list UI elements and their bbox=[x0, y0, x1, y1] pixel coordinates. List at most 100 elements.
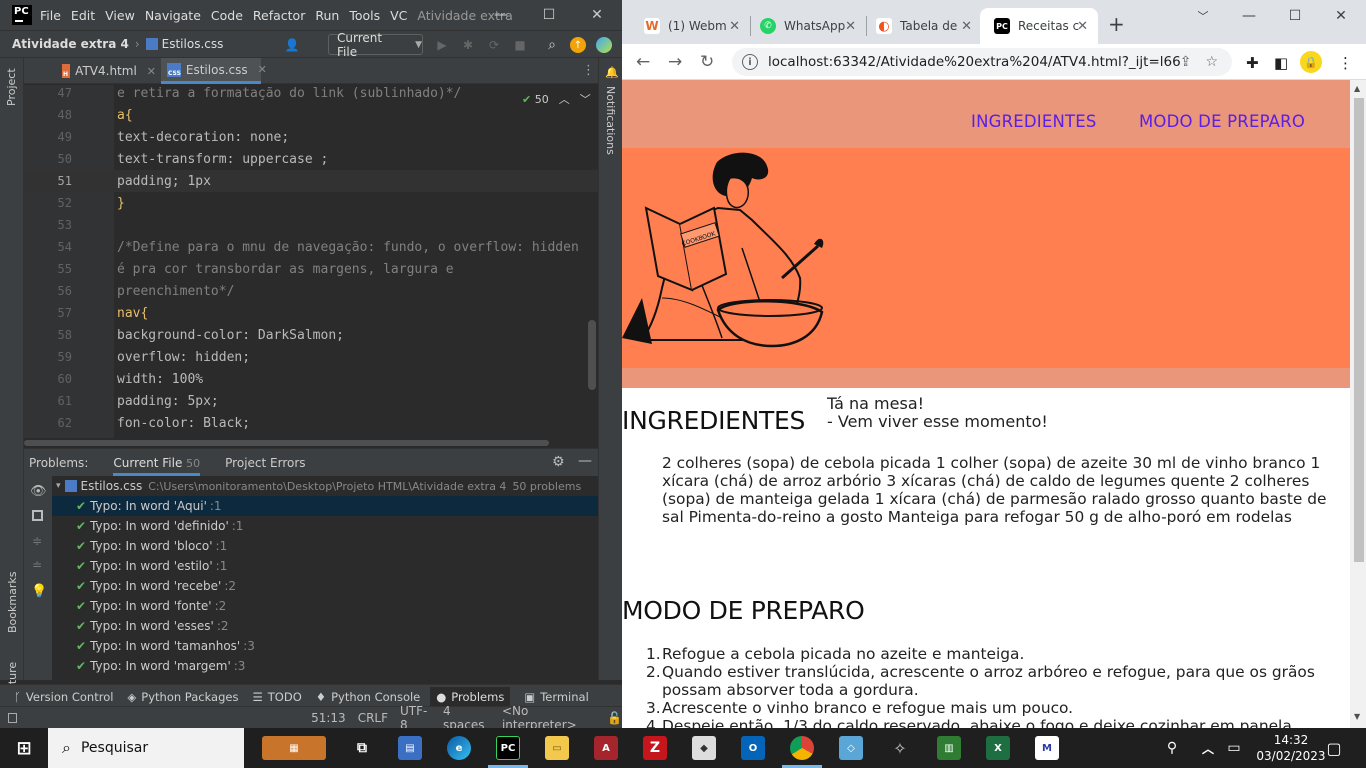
close-tab-icon[interactable]: ✕ bbox=[147, 65, 156, 78]
expand-all-icon[interactable]: ≑ bbox=[32, 534, 42, 548]
problem-row[interactable]: ✔ Typo: In word 'esses':2 bbox=[52, 616, 598, 636]
code-line[interactable]: 53 bbox=[24, 214, 598, 236]
tab-atv4-html[interactable]: H ATV4.html ✕ bbox=[56, 58, 156, 84]
menu-edit[interactable]: Edit bbox=[71, 8, 95, 23]
more-tabs-icon[interactable]: ⋮ bbox=[582, 63, 595, 78]
windows-start-icon[interactable]: ⊞ bbox=[12, 736, 36, 760]
gear-icon[interactable]: ⚙ bbox=[552, 454, 565, 470]
search-icon[interactable]: ⌕ bbox=[544, 37, 560, 53]
people-icon[interactable]: ⚲ bbox=[1160, 736, 1184, 760]
address-bar[interactable]: i localhost:63342/Atividade%20extra%204/… bbox=[732, 48, 1232, 76]
forward-icon[interactable]: → bbox=[668, 52, 682, 72]
nav-link-ingredientes[interactable]: INGREDIENTES bbox=[971, 112, 1097, 131]
code-line[interactable]: 60 width: 100% bbox=[24, 368, 598, 390]
browser-tab[interactable]: ✆ WhatsApp ✕ bbox=[746, 8, 866, 44]
file-encoding[interactable]: UTF-8 bbox=[400, 704, 431, 729]
app-icon[interactable]: M bbox=[1035, 736, 1059, 760]
app-icon[interactable]: ◇ bbox=[839, 736, 863, 760]
next-problem-icon[interactable]: ﹀ bbox=[580, 91, 591, 107]
chevron-up-icon[interactable]: ︿ bbox=[1196, 736, 1220, 760]
breadcrumb-file[interactable]: Estilos.css bbox=[162, 37, 224, 51]
code-line[interactable]: 62 fon-color: Black; bbox=[24, 412, 598, 434]
calculator-icon[interactable]: ▤ bbox=[398, 736, 422, 760]
minimize-icon[interactable]: — bbox=[1226, 0, 1272, 32]
close-tab-icon[interactable]: ✕ bbox=[729, 19, 740, 34]
terminal-button[interactable]: ▣ Terminal bbox=[524, 690, 588, 704]
editor-vertical-scrollbar[interactable] bbox=[588, 320, 596, 390]
python-console-button[interactable]: ♦ Python Console bbox=[316, 690, 420, 704]
todo-button[interactable]: ☰ TODO bbox=[252, 690, 301, 704]
collapse-all-icon[interactable]: ≐ bbox=[32, 558, 42, 572]
new-tab-icon[interactable]: + bbox=[1108, 12, 1125, 36]
bell-icon[interactable]: 🔔 bbox=[605, 66, 619, 79]
code-line[interactable]: 55 é pra cor transbordar as margens, larg… bbox=[24, 258, 598, 280]
python-launcher-icon[interactable]: ◆ bbox=[692, 736, 716, 760]
outlook-icon[interactable]: O bbox=[741, 736, 765, 760]
close-tab-icon[interactable]: ✕ bbox=[1077, 19, 1088, 34]
eye-icon[interactable]: 👁 bbox=[30, 484, 47, 499]
menu-run[interactable]: Run bbox=[315, 8, 339, 23]
user-icon[interactable]: 👤 bbox=[284, 37, 300, 53]
code-line[interactable]: 54 /*Define para o mnu de navegação: fund… bbox=[24, 236, 598, 258]
stop-icon[interactable]: ■ bbox=[512, 37, 528, 53]
menu-view[interactable]: View bbox=[105, 8, 135, 23]
network-icon[interactable]: ▭ bbox=[1222, 736, 1246, 760]
bookmark-star-icon[interactable]: ☆ bbox=[1205, 54, 1218, 70]
tab-estilos-css[interactable]: CSS Estilos.css ✕ bbox=[161, 58, 267, 84]
filezilla-icon[interactable]: Z bbox=[643, 736, 667, 760]
app-icon[interactable]: ✧ bbox=[888, 736, 912, 760]
code-line[interactable]: 50 text-transform: uppercase ; bbox=[24, 148, 598, 170]
minimize-icon[interactable]: — bbox=[478, 0, 524, 30]
menu-refactor[interactable]: Refactor bbox=[253, 8, 305, 23]
problems-file-node[interactable]: ▾ Estilos.css C:\Users\monitoramento\Des… bbox=[52, 476, 598, 496]
notification-center-icon[interactable]: ▢ bbox=[1322, 736, 1346, 760]
code-line[interactable]: 57 nav{ bbox=[24, 302, 598, 324]
interpreter-setting[interactable]: <No interpreter> bbox=[502, 704, 595, 729]
search-highlight-icon[interactable]: ▦ bbox=[262, 736, 326, 760]
tab-search-icon[interactable]: ﹀ bbox=[1180, 0, 1226, 32]
tab-project-errors[interactable]: Project Errors bbox=[225, 456, 305, 470]
scrollbar-thumb[interactable] bbox=[24, 440, 549, 446]
profile-avatar[interactable]: 🔒 bbox=[1300, 51, 1322, 73]
excel-icon[interactable]: X bbox=[986, 736, 1010, 760]
pycharm-taskbar-icon[interactable]: PC bbox=[496, 736, 520, 760]
bookmarks-tool-window-label[interactable]: Bookmarks bbox=[6, 572, 19, 633]
lightbulb-icon[interactable]: 💡 bbox=[31, 584, 47, 599]
menu-file[interactable]: File bbox=[40, 8, 61, 23]
python-packages-button[interactable]: ◈ Python Packages bbox=[127, 690, 238, 704]
run-configuration-dropdown[interactable]: Current File ▼ bbox=[328, 31, 423, 59]
scroll-down-icon[interactable]: ▼ bbox=[1354, 712, 1360, 721]
editor-horizontal-scrollbar[interactable] bbox=[24, 438, 598, 448]
file-explorer-icon[interactable]: ▭ bbox=[545, 736, 569, 760]
close-tab-icon[interactable]: ✕ bbox=[258, 63, 267, 76]
more-menu-icon[interactable]: ⋮ bbox=[1338, 54, 1353, 72]
problem-row[interactable]: ✔ Typo: In word 'fonte':2 bbox=[52, 596, 598, 616]
code-line[interactable]: 59 overflow: hidden; bbox=[24, 346, 598, 368]
plugins-icon[interactable] bbox=[596, 37, 612, 53]
edge-icon[interactable]: e bbox=[447, 736, 471, 760]
indent-setting[interactable]: 4 spaces bbox=[443, 704, 490, 729]
scrollbar-thumb[interactable] bbox=[1354, 98, 1364, 562]
problem-row[interactable]: ✔ Typo: In word 'tamanhos':3 bbox=[52, 636, 598, 656]
code-line[interactable]: 51 padding; 1px bbox=[24, 170, 598, 192]
problem-row[interactable]: ✔ Typo: In word 'bloco':1 bbox=[52, 536, 598, 556]
close-tab-icon[interactable]: ✕ bbox=[961, 19, 972, 34]
preview-icon[interactable] bbox=[32, 510, 43, 521]
debug-icon[interactable]: ✱ bbox=[460, 37, 476, 53]
previous-problem-icon[interactable]: ︿ bbox=[559, 91, 570, 107]
taskbar-search[interactable]: ⌕ Pesquisar bbox=[48, 728, 244, 768]
project-tool-window-label[interactable]: Project bbox=[5, 68, 18, 106]
problem-row[interactable]: ✔ Typo: In word 'recebe':2 bbox=[52, 576, 598, 596]
breadcrumb-project[interactable]: Atividade extra 4 bbox=[12, 37, 129, 51]
menu-tools[interactable]: Tools bbox=[349, 8, 380, 23]
nav-link-modo-de-preparo[interactable]: MODO DE PREPARO bbox=[1139, 112, 1305, 131]
code-line[interactable]: 48 a{ bbox=[24, 104, 598, 126]
menu-vc[interactable]: VC bbox=[390, 8, 407, 23]
line-separator[interactable]: CRLF bbox=[358, 711, 388, 725]
update-icon[interactable]: ↑ bbox=[570, 37, 586, 53]
app-icon[interactable]: ▥ bbox=[937, 736, 961, 760]
problem-row[interactable]: ✔ Typo: In word 'estilo':1 bbox=[52, 556, 598, 576]
menu-navigate[interactable]: Navigate bbox=[145, 8, 201, 23]
url-text[interactable]: localhost:63342/Atividade%20extra%204/AT… bbox=[768, 54, 1180, 70]
close-tab-icon[interactable]: ✕ bbox=[845, 19, 856, 34]
